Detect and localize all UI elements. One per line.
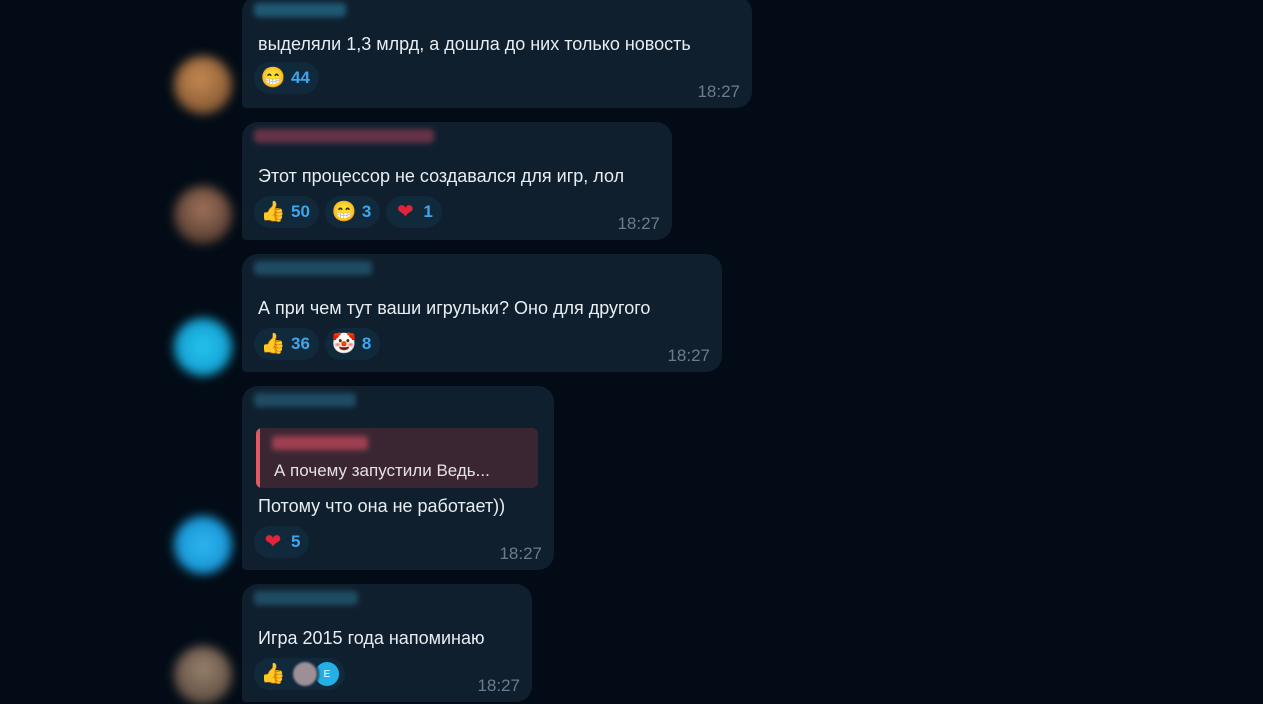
reply-accent-bar — [256, 428, 260, 488]
reaction-count: 50 — [291, 202, 310, 221]
sender-name-blurred — [254, 3, 346, 17]
reaction-count: 5 — [291, 532, 301, 551]
reaction-count: 8 — [361, 334, 372, 353]
message-time: 18:27 — [697, 82, 740, 101]
clown-face-icon: 🤡 — [331, 333, 357, 355]
message-text: А при чем тут ваши игрульки? Оно для дру… — [258, 298, 651, 318]
message-text: Потому что она не работает)) — [258, 496, 506, 516]
red-heart-icon: ❤ — [397, 201, 414, 223]
reaction-count: 3 — [361, 202, 372, 221]
red-heart-icon: ❤ — [264, 531, 282, 553]
message-time: 18:27 — [499, 544, 542, 563]
sender-avatar[interactable] — [174, 56, 232, 114]
sender-avatar[interactable] — [174, 186, 232, 244]
thumbs-up-icon: 👍 — [260, 663, 286, 685]
reaction-heart[interactable]: ❤ 1 — [386, 196, 442, 228]
message-text: Этот процессор не создавался для игр, ло… — [258, 166, 625, 186]
reactor-avatars: E — [291, 660, 341, 688]
sender-avatar[interactable] — [174, 646, 232, 704]
reply-sender-blurred — [272, 436, 368, 450]
message-text: выделяли 1,3 млрд, а дошла до них только… — [258, 34, 691, 54]
thumbs-up-icon: 👍 — [260, 333, 286, 355]
reply-snippet: А почему запустили Ведь... — [274, 461, 490, 480]
sender-avatar[interactable] — [174, 516, 232, 574]
reactor-avatar — [291, 660, 319, 688]
message-bubble[interactable]: Этот процессор не создавался для игр, ло… — [242, 122, 672, 240]
thumbs-up-icon: 👍 — [260, 201, 286, 223]
reply-quote[interactable]: А почему запустили Ведь... — [256, 428, 538, 488]
message-time: 18:27 — [617, 214, 660, 233]
message-text: Игра 2015 года напоминаю — [258, 628, 485, 648]
message-bubble[interactable]: Игра 2015 года напоминаю 👍 E 18:27 — [242, 584, 532, 702]
sender-avatar[interactable] — [174, 318, 232, 376]
reaction-count: 44 — [291, 68, 310, 87]
reaction-count: 1 — [423, 202, 433, 221]
message-time: 18:27 — [667, 346, 710, 365]
grinning-face-icon: 😁 — [331, 201, 357, 223]
sender-name-blurred — [254, 261, 372, 275]
message-bubble[interactable]: А при чем тут ваши игрульки? Оно для дру… — [242, 254, 722, 372]
grinning-face-icon: 😁 — [260, 67, 286, 89]
reaction-thumbs-up[interactable]: 👍 50 — [254, 196, 319, 228]
sender-name-blurred — [254, 393, 356, 407]
reaction-grinning[interactable]: 😁 3 — [324, 196, 381, 228]
sender-name-blurred — [254, 129, 434, 143]
reaction-thumbs-up[interactable]: 👍 36 — [254, 328, 319, 360]
sender-name-blurred — [254, 591, 358, 605]
reaction-thumbs-up[interactable]: 👍 E — [254, 658, 345, 690]
message-time: 18:27 — [477, 676, 520, 695]
message-bubble[interactable]: выделяли 1,3 млрд, а дошла до них только… — [242, 0, 752, 108]
reaction-heart[interactable]: ❤ 5 — [254, 526, 310, 558]
reaction-grinning[interactable]: 😁 44 — [254, 62, 319, 94]
reaction-clown[interactable]: 🤡 8 — [324, 328, 381, 360]
reaction-count: 36 — [291, 334, 310, 353]
message-bubble[interactable]: А почему запустили Ведь... Потому что он… — [242, 386, 554, 570]
